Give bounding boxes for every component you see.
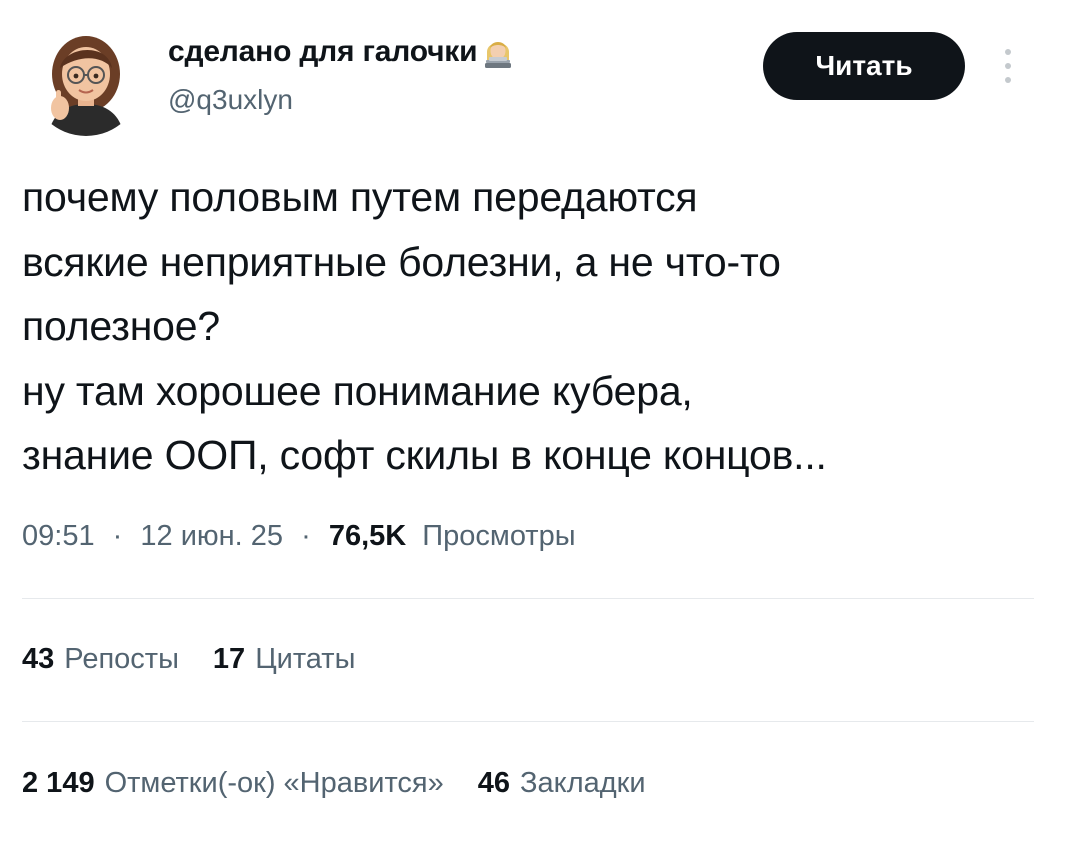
divider [22, 598, 1034, 599]
user-handle[interactable]: @q3uxlyn [168, 84, 293, 116]
tweet-text-line: полезное? [22, 303, 220, 349]
woman-technologist-emoji-icon [483, 34, 513, 70]
tweet-text: почему половым путем передаются всякие н… [22, 165, 1042, 488]
tweet-text-line: знание ООП, софт скилы в конце концов... [22, 432, 827, 478]
tweet-text-line: ну там хорошее понимание кубера, [22, 367, 693, 414]
likes-label: Отметки(-ок) «Нравится» [104, 767, 444, 799]
quotes-count: 17 [212, 643, 246, 675]
likes-count: 2 149 [22, 767, 95, 799]
display-name[interactable]: сделано для галочки [168, 35, 478, 69]
more-vertical-icon[interactable] [998, 44, 1018, 88]
engagement-row: 43 Репосты 17 Цитаты [22, 643, 355, 676]
reposts-label: Репосты [64, 643, 179, 675]
quotes-label: Цитаты [255, 643, 356, 675]
engagement-row: 2 149 Отметки(-ок) «Нравится» 46 Закладк… [22, 767, 646, 800]
meta-separator: · [112, 520, 123, 552]
views-count: 76,5K [328, 520, 407, 552]
views-label: Просмотры [422, 520, 576, 552]
tweet-text-line: почему половым путем передаются [22, 174, 698, 220]
tweet-time[interactable]: 09:51 [22, 520, 95, 552]
bookmarks-count: 46 [477, 767, 511, 799]
bookmarks-stat[interactable]: 46 Закладки [478, 767, 646, 800]
meta-separator: · [301, 520, 311, 552]
tweet-meta: 09:51 · 12 июн. 25 · 76,5K Просмотры [22, 520, 576, 553]
tweet-text-line: всякие неприятные болезни, а не что-то [22, 238, 781, 285]
divider [22, 721, 1034, 722]
likes-stat[interactable]: 2 149 Отметки(-ок) «Нравится» [22, 767, 444, 800]
follow-button[interactable]: Читать [763, 32, 965, 100]
tweet-page: сделано для галочки @q3uxlyn Читать поче… [0, 0, 1066, 844]
avatar[interactable] [30, 24, 142, 136]
display-name-row[interactable]: сделано для галочки [168, 34, 513, 70]
tweet-date[interactable]: 12 июн. 25 [140, 520, 283, 552]
reposts-stat[interactable]: 43 Репосты [22, 643, 179, 676]
bookmarks-label: Закладки [520, 767, 646, 799]
quotes-stat[interactable]: 17 Цитаты [213, 643, 356, 676]
memoji-avatar-icon [30, 24, 142, 136]
reposts-count: 43 [22, 643, 55, 675]
